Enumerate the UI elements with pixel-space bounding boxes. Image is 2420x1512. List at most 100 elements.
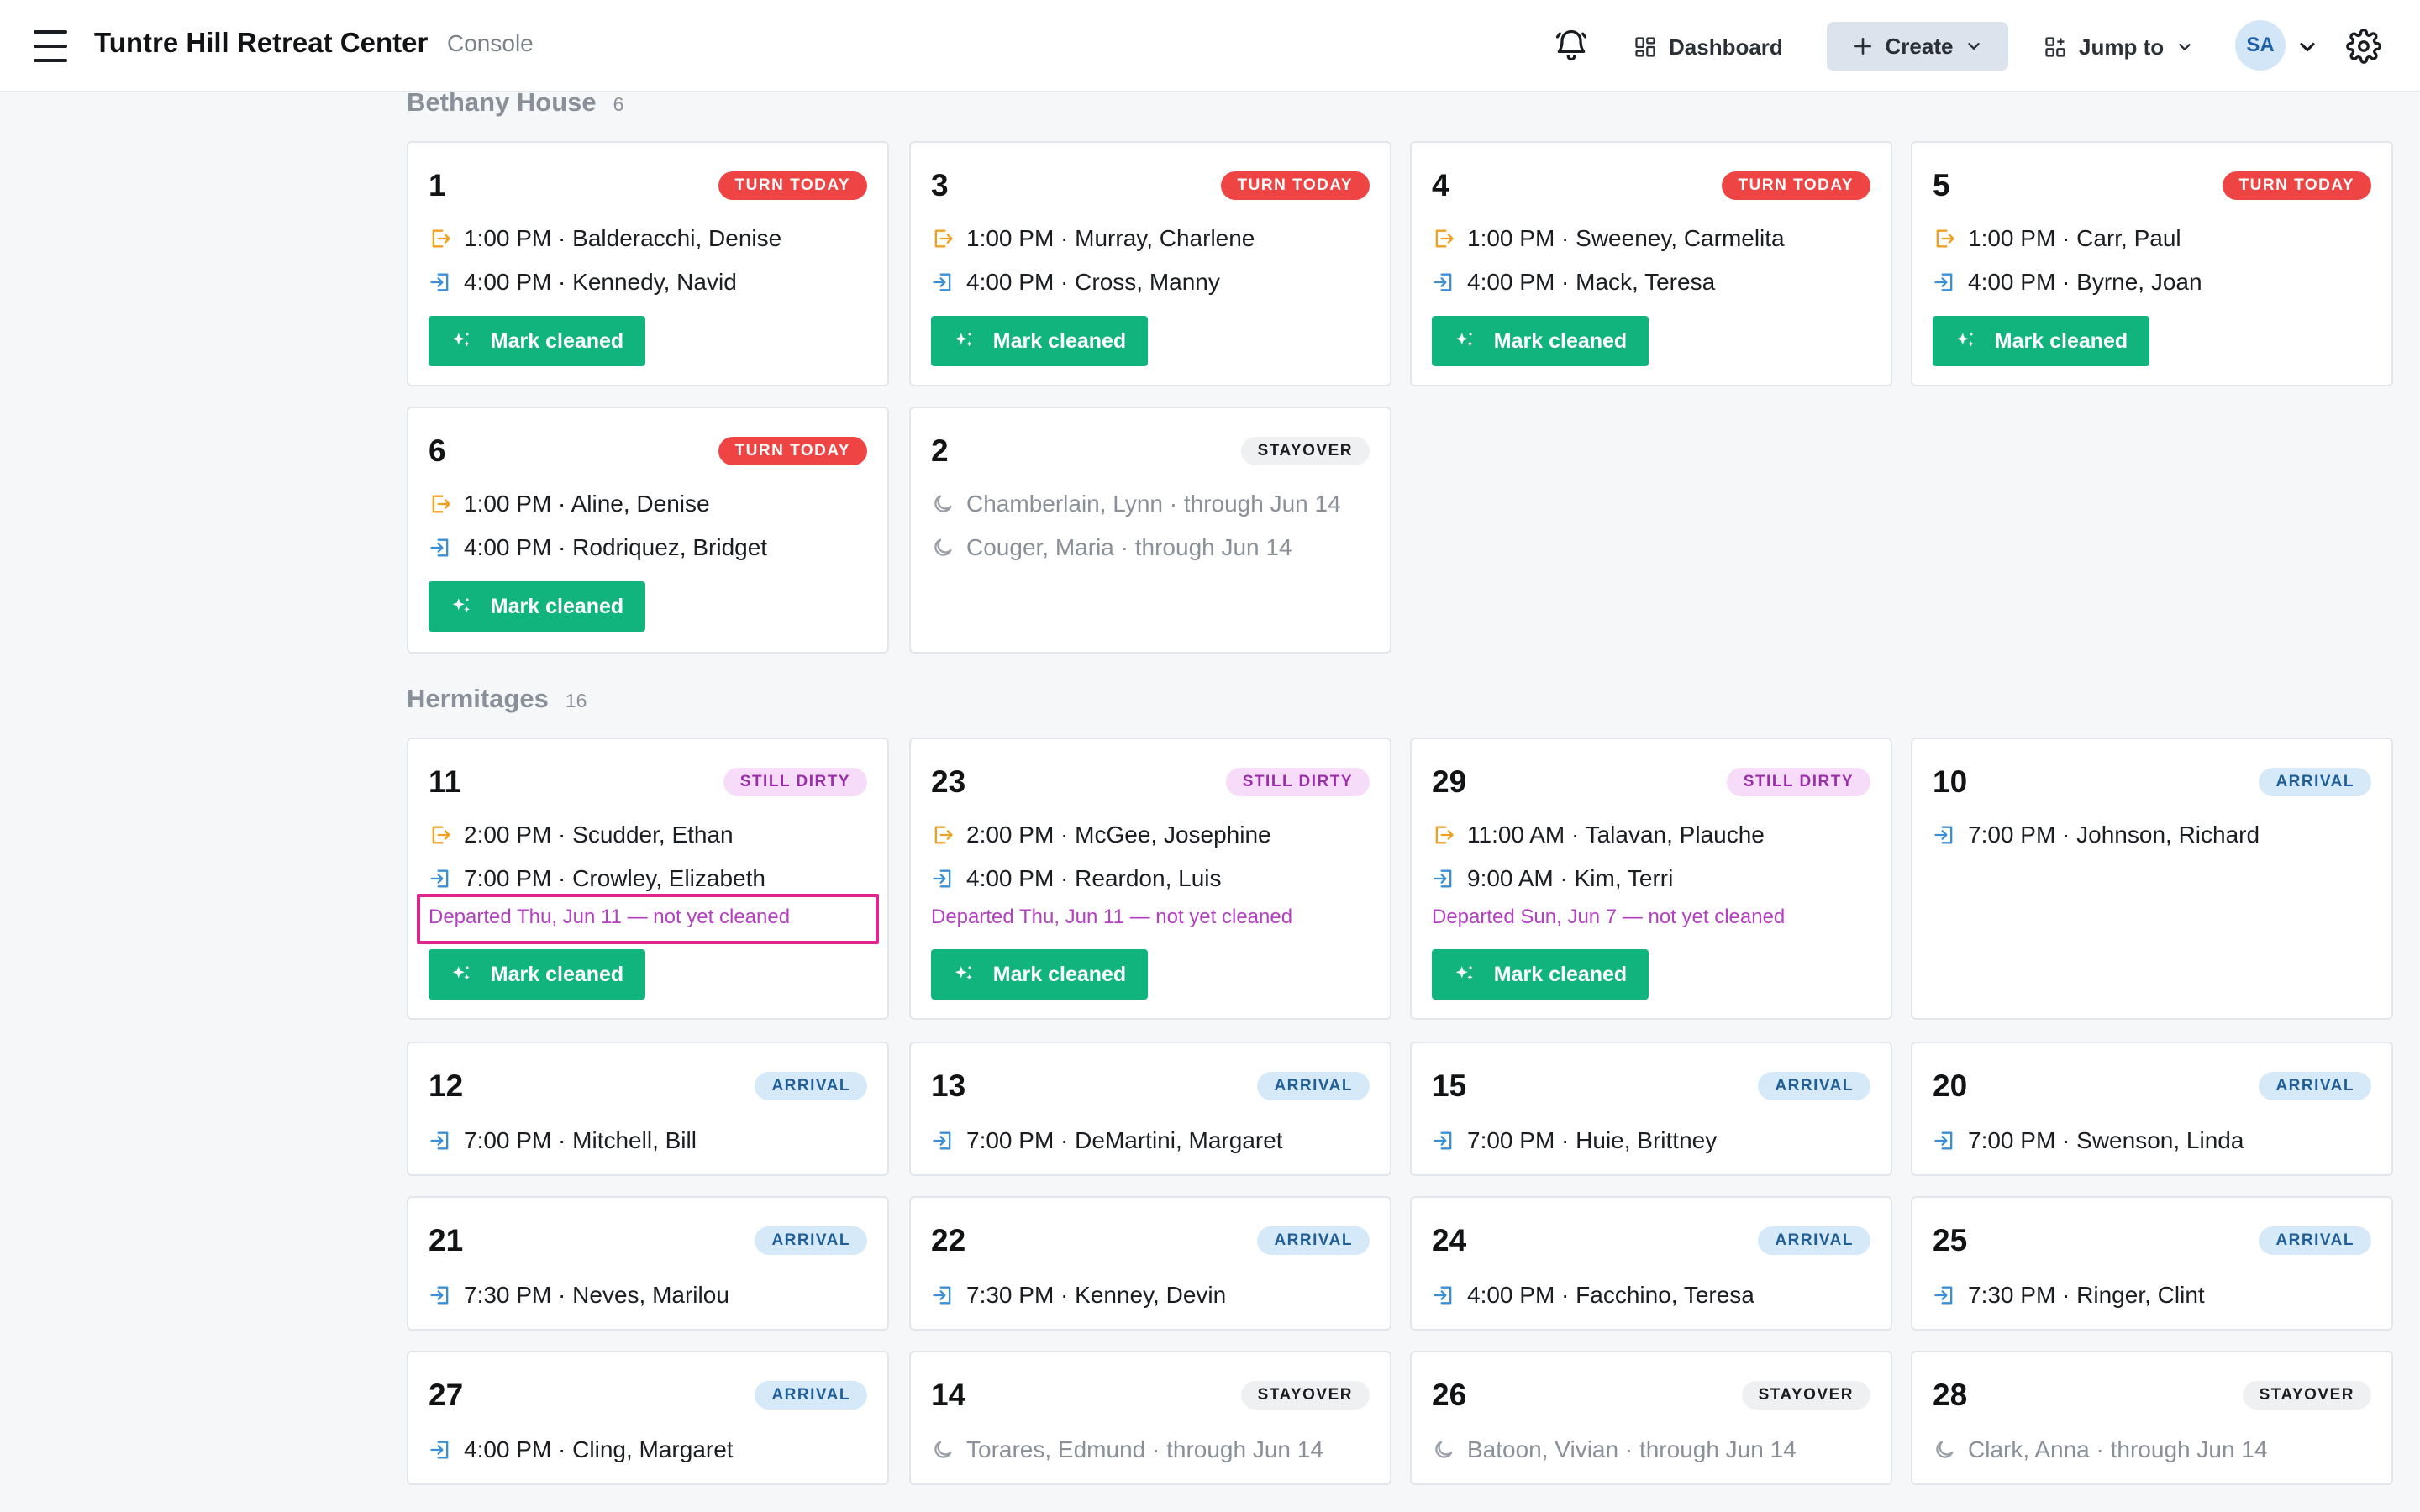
mark-cleaned-label: Mark cleaned: [1994, 328, 2128, 353]
mark-cleaned-button[interactable]: Mark cleaned: [1432, 949, 1649, 1000]
checkout-arrow-icon: [934, 229, 953, 248]
checkout-line: 1:00 PM · Murray, Charlene: [931, 222, 1255, 255]
departed-note: Departed Thu, Jun 11 — not yet cleaned: [931, 906, 1293, 928]
checkout-line: 1:00 PM · Balderacchi, Denise: [429, 222, 781, 255]
room-number: 1: [429, 168, 446, 202]
sparkle-icon: [1956, 333, 1974, 347]
status-badge: ARRIVAL: [1758, 1072, 1870, 1100]
room-card-5: 5 TURN TODAY 1:00 PM · Carr, Paul 4:00 P…: [1911, 141, 2393, 386]
moon-icon: [934, 538, 952, 556]
stayover-line: Clark, Anna · through Jun 14: [1933, 1433, 2267, 1467]
jump-to-menu[interactable]: Jump to: [2044, 24, 2194, 71]
checkout-text: 1:00 PM · Sweeney, Carmelita: [1467, 225, 1785, 251]
status-badge: TURN TODAY: [1220, 171, 1370, 200]
jump-to-label: Jump to: [2079, 34, 2165, 60]
mark-cleaned-button[interactable]: Mark cleaned: [429, 316, 645, 366]
checkin-arrow-icon: [1934, 1131, 1953, 1150]
room-card-25: 25 ARRIVAL 7:30 PM · Ringer, Clint: [1911, 1196, 2393, 1331]
checkout-line: 1:00 PM · Aline, Denise: [429, 487, 710, 521]
checkin-text: 7:00 PM · Mitchell, Bill: [464, 1127, 697, 1153]
checkin-arrow-icon: [1934, 273, 1953, 291]
checkin-text: 7:00 PM · DeMartini, Margaret: [966, 1127, 1283, 1153]
checkout-line: 11:00 AM · Talavan, Plauche: [1432, 818, 1765, 852]
room-number: 12: [429, 1068, 464, 1103]
room-card-12: 12 ARRIVAL 7:00 PM · Mitchell, Bill: [407, 1042, 889, 1176]
room-card-14: 14 STAYOVER Torares, Edmund · through Ju…: [909, 1351, 1392, 1485]
checkin-text: 4:00 PM · Byrne, Joan: [1968, 269, 2202, 295]
room-card-26: 26 STAYOVER Batoon, Vivian · through Jun…: [1410, 1351, 1892, 1485]
checkout-text: 1:00 PM · Balderacchi, Denise: [464, 225, 782, 251]
mark-cleaned-button[interactable]: Mark cleaned: [1432, 316, 1649, 366]
hamburger-menu-icon[interactable]: [34, 30, 67, 62]
sparkle-icon: [955, 966, 972, 980]
bell-icon[interactable]: [1553, 27, 1590, 64]
status-badge: ARRIVAL: [755, 1226, 867, 1255]
dashboard-nav-item[interactable]: Dashboard: [1634, 24, 1783, 71]
room-number: 24: [1432, 1223, 1467, 1257]
app-title: Tuntre Hill Retreat Center: [94, 27, 429, 58]
room-number: 5: [1933, 168, 1950, 202]
checkin-line: 4:00 PM · Kennedy, Navid: [429, 265, 737, 299]
section-title-hermitages: Hermitages 16: [407, 684, 587, 714]
departed-note: Departed Sun, Jun 7 — not yet cleaned: [1432, 906, 1786, 928]
user-avatar[interactable]: SA: [2235, 20, 2286, 71]
checkin-text: 7:00 PM · Huie, Brittney: [1467, 1127, 1718, 1153]
room-card-28: 28 STAYOVER Clark, Anna · through Jun 14: [1911, 1351, 2393, 1485]
room-card-24: 24 ARRIVAL 4:00 PM · Facchino, Teresa: [1410, 1196, 1892, 1331]
status-badge: STAYOVER: [1240, 1381, 1370, 1410]
checkout-text: 1:00 PM · Carr, Paul: [1968, 225, 2181, 251]
mark-cleaned-button[interactable]: Mark cleaned: [429, 949, 645, 1000]
status-badge: STAYOVER: [1240, 437, 1370, 465]
mark-cleaned-button[interactable]: Mark cleaned: [429, 581, 645, 632]
moon-icon: [1936, 1441, 1954, 1458]
checkin-line: 7:30 PM · Kenney, Devin: [931, 1278, 1226, 1312]
checkout-arrow-icon: [432, 826, 450, 844]
sparkle-icon: [1455, 966, 1473, 980]
mark-cleaned-button[interactable]: Mark cleaned: [931, 949, 1148, 1000]
stayover-line: Chamberlain, Lynn · through Jun 14: [931, 487, 1341, 521]
chevron-down-icon[interactable]: [2296, 35, 2319, 59]
moon-icon: [934, 1441, 952, 1458]
mark-cleaned-button[interactable]: Mark cleaned: [1933, 316, 2149, 366]
chevron-down-icon: [2179, 44, 2191, 50]
checkin-arrow-icon: [430, 1131, 449, 1150]
status-badge: TURN TODAY: [1721, 171, 1870, 200]
stayover-text: Chamberlain, Lynn · through Jun 14: [966, 491, 1341, 517]
room-number: 23: [931, 764, 966, 799]
room-card-13: 13 ARRIVAL 7:00 PM · DeMartini, Margaret: [909, 1042, 1392, 1176]
checkin-text: 7:00 PM · Crowley, Elizabeth: [464, 865, 765, 891]
status-badge: ARRIVAL: [1257, 1072, 1370, 1100]
jump-grid-icon: [2045, 37, 2065, 57]
create-button[interactable]: Create: [1827, 22, 2008, 71]
mark-cleaned-button[interactable]: Mark cleaned: [931, 316, 1148, 366]
section-title-text: Hermitages: [407, 684, 549, 713]
section-count: 6: [613, 93, 624, 115]
gear-icon[interactable]: [2346, 29, 2381, 64]
mark-cleaned-label: Mark cleaned: [1493, 328, 1628, 353]
room-card-22: 22 ARRIVAL 7:30 PM · Kenney, Devin: [909, 1196, 1392, 1331]
section-title-bethany-house: Bethany House 6: [407, 87, 623, 118]
room-number: 22: [931, 1223, 966, 1257]
checkin-line: 7:00 PM · Johnson, Richard: [1933, 818, 2260, 852]
checkin-text: 7:00 PM · Johnson, Richard: [1968, 822, 2260, 848]
checkin-line: 7:00 PM · DeMartini, Margaret: [931, 1124, 1283, 1158]
checkin-text: 4:00 PM · Mack, Teresa: [1467, 269, 1716, 295]
departed-note: Departed Thu, Jun 11 — not yet cleaned: [429, 906, 791, 928]
room-card-15: 15 ARRIVAL 7:00 PM · Huie, Brittney: [1410, 1042, 1892, 1176]
checkin-arrow-icon: [1434, 1131, 1452, 1150]
checkin-text: 4:00 PM · Reardon, Luis: [966, 865, 1222, 891]
checkin-arrow-icon: [1934, 1286, 1953, 1305]
checkout-text: 2:00 PM · McGee, Josephine: [966, 822, 1271, 848]
checkin-line: 4:00 PM · Cross, Manny: [931, 265, 1220, 299]
checkin-line: 7:00 PM · Huie, Brittney: [1432, 1124, 1717, 1158]
stayover-text: Couger, Maria · through Jun 14: [966, 534, 1292, 560]
dashboard-grid-icon: [1635, 37, 1655, 57]
checkin-arrow-icon: [430, 869, 449, 888]
section-count: 16: [565, 690, 587, 711]
checkin-text: 4:00 PM · Kennedy, Navid: [464, 269, 737, 295]
sparkle-icon: [955, 333, 972, 347]
sparkle-icon: [1455, 333, 1473, 347]
checkin-arrow-icon: [1434, 1286, 1452, 1305]
checkin-line: 7:00 PM · Mitchell, Bill: [429, 1124, 697, 1158]
checkout-text: 1:00 PM · Murray, Charlene: [966, 225, 1255, 251]
